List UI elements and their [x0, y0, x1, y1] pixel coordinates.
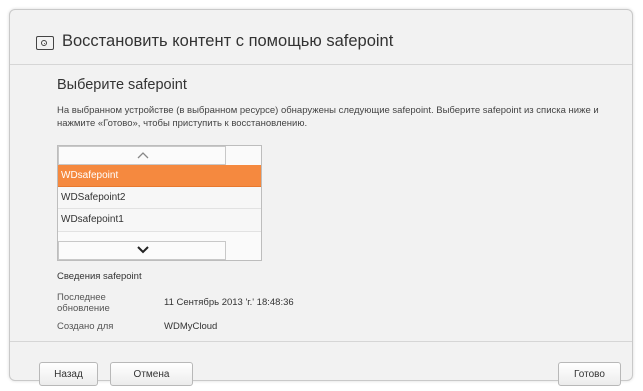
- last-update-label: Последнее обновление: [57, 292, 110, 314]
- restore-dialog: Восстановить контент с помощью safepoint…: [9, 9, 633, 386]
- last-update-value: 11 Сентябрь 2013 'г.' 18:48:36: [164, 297, 294, 308]
- scroll-up-button[interactable]: [58, 146, 226, 165]
- chevron-up-icon: [137, 152, 149, 159]
- dialog-footer: Назад Отмена Готово: [10, 341, 632, 386]
- chevron-down-icon: [137, 246, 149, 254]
- scroll-down-button[interactable]: [58, 241, 226, 260]
- section-description: На выбранном устройстве (в выбранном рес…: [57, 105, 599, 129]
- back-button[interactable]: Назад: [39, 362, 98, 386]
- dialog-title: Восстановить контент с помощью safepoint: [62, 32, 394, 50]
- list-item-wdsafepoint[interactable]: WDsafepoint: [58, 165, 261, 187]
- list-item-wdsafepoint1[interactable]: WDsafepoint1: [58, 209, 261, 232]
- info-section-title: Сведения safepoint: [57, 271, 142, 282]
- list-item-wdsafepoint2[interactable]: WDSafepoint2: [58, 187, 261, 209]
- created-for-label: Создано для: [57, 321, 114, 332]
- created-for-value: WDMyCloud: [164, 321, 218, 332]
- dialog-title-bar: Восстановить контент с помощью safepoint: [10, 10, 632, 65]
- safepoint-list[interactable]: WDsafepoint WDSafepoint2 WDsafepoint1: [57, 145, 262, 261]
- cancel-button[interactable]: Отмена: [110, 362, 193, 386]
- done-button[interactable]: Готово: [558, 362, 621, 386]
- section-title: Выберите safepoint: [57, 77, 187, 93]
- restore-box-icon: [36, 36, 54, 50]
